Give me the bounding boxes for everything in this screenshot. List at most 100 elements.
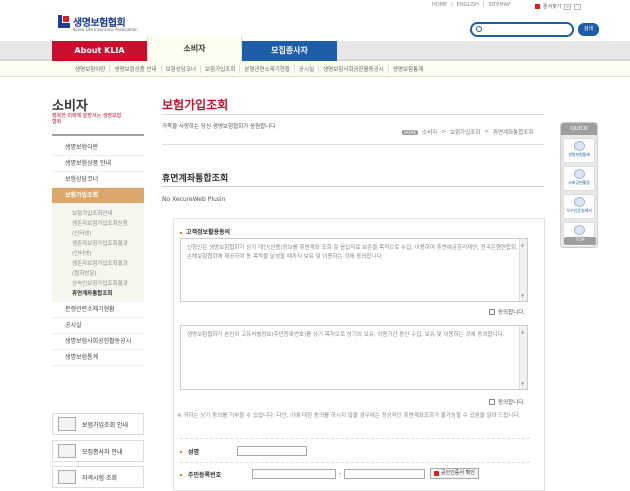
sidebar-item[interactable]: 생명보험통계 [52, 350, 144, 366]
subnav-item[interactable]: 분쟁관련소제기현황 [239, 64, 294, 73]
agree-label-1: 동의합니다. [498, 310, 526, 316]
subnav-item[interactable]: 생명보험상품 안내 [109, 64, 160, 73]
agree-checkbox-2[interactable] [489, 399, 495, 405]
top-button[interactable]: TOP [564, 237, 596, 245]
sidebar-item[interactable]: 분쟁관련소제기현황 [52, 302, 144, 318]
search-button[interactable]: 검색 [578, 23, 599, 36]
submenu-item[interactable]: 보험가입조회안내 [52, 209, 144, 219]
consent-label: 고객정보활용동의 [180, 227, 230, 236]
submenu-item[interactable]: 생존자보험가입조회신청 [52, 219, 144, 229]
logo-english: Korea Life Insurance Association [73, 27, 138, 32]
subnav-item[interactable]: 생명보험이란 [71, 65, 109, 73]
tab-consumer[interactable]: 소비자 [147, 36, 242, 61]
divider [52, 134, 144, 136]
quick-item-planner[interactable]: 우수인증설계사 [563, 194, 595, 219]
logo-mark [58, 15, 70, 28]
consent-notice: ※ 귀하는 상기 동의를 거부할 수 있습니다. 다만, 이에 대한 동의를 하… [177, 413, 521, 419]
plugin-status: No XecureWeb Plusin [162, 196, 226, 203]
global-nav: About KLIA 소비자 모집종사자 [0, 36, 630, 61]
rrn-label: 주민등록번호 [180, 470, 221, 479]
submenu-item[interactable]: (인터넷) [52, 249, 144, 259]
divider [162, 186, 544, 187]
badge-icon [573, 197, 585, 207]
site-logo[interactable]: 생명보험협회 Korea Life Insurance Association [58, 14, 138, 32]
util-sitemap-link[interactable]: SITEMAP [489, 2, 511, 8]
submenu-item[interactable]: 생존자보험가입조회결과 [52, 239, 144, 249]
rrn-back-input[interactable] [344, 469, 425, 479]
sidebar-submenu: 보험가입조회안내 생존자보험가입조회신청 (인터넷) 생존자보험가입조회결과 (… [52, 204, 144, 302]
bullet-icon [180, 450, 182, 453]
submenu-item[interactable]: (인터넷) [52, 229, 144, 239]
rrn-separator: - [339, 470, 342, 477]
subnav-item[interactable]: 보험가입조회 [199, 64, 239, 73]
submenu-item[interactable]: 상속인보험가입조회결과 [52, 279, 144, 289]
banner-agent-guide[interactable]: 모집종사자 안내 [52, 440, 144, 462]
chart-icon [573, 141, 585, 151]
banner-exam-inquiry[interactable]: 자격시험 조회 [52, 466, 144, 488]
submenu-item[interactable]: 생존자보험가입조회결과 [52, 259, 144, 269]
subnav-item[interactable]: 생명보험통계 [387, 64, 427, 73]
sidebar-item[interactable]: 공시실 [52, 318, 144, 334]
divider [162, 114, 544, 115]
quick-item-social[interactable]: 사회공헌활동 [563, 166, 595, 191]
consent-textarea-1[interactable]: 신청인은 생명보험협회가 상기 개인(신용)정보를 휴면계좌 조회 및 응답자료… [180, 238, 528, 302]
section-title: 휴면계좌통합조회 [162, 174, 229, 184]
clock-icon [573, 225, 585, 235]
sidebar-item[interactable]: 생명보험이란 [52, 140, 144, 156]
rrn-front-input[interactable] [252, 469, 336, 479]
breadcrumb: HOME 소비자 > 보험가입조회 > 휴면계좌통합조회 [402, 128, 534, 136]
sidebar-menu: 생명보험이란 생명보험상품 안내 보험상담코너 보험가입조회 보험가입조회안내 … [52, 140, 144, 366]
submenu-item-active[interactable]: 휴면계좌통합조회 [52, 289, 144, 299]
sidebar-item-active[interactable]: 보험가입조회 [52, 188, 144, 204]
font-increase-button[interactable]: + [564, 3, 572, 10]
people-icon [573, 169, 585, 179]
breadcrumb-item[interactable]: 보험가입조회 [450, 128, 480, 136]
consent-textarea-2[interactable]: 생명보험협회가 본인의 고유식별정보(주민등록번호)를 상기 목적으로 상기의 … [180, 325, 528, 390]
utility-links: HOME | ENGLISH | SITEMAP [432, 2, 511, 8]
submenu-item[interactable]: (협회방문) [52, 269, 144, 279]
scrollbar[interactable] [519, 239, 527, 301]
agree-row-2: 동의합니다. [489, 398, 525, 406]
util-home-link[interactable]: HOME [432, 2, 447, 8]
card-icon [58, 444, 76, 458]
sidebar-title: 소비자 [52, 99, 88, 114]
cert-check-button[interactable]: 공인인증서 확인 [430, 468, 479, 479]
name-input[interactable] [237, 446, 307, 456]
font-decrease-button[interactable]: - [574, 3, 582, 10]
subnav-item[interactable]: 보험상담코너 [160, 64, 200, 73]
subnav-item[interactable]: 생명보험사회공헌활동공시 [318, 64, 388, 73]
sidebar-item[interactable]: 생명보험사회공헌활동공시 [52, 334, 144, 350]
sidebar-item[interactable]: 생명보험상품 안내 [52, 156, 144, 172]
breadcrumb-home[interactable]: HOME [402, 129, 419, 135]
quick-item-stats[interactable]: 생명보험통계 [563, 138, 595, 163]
certificate-icon [434, 471, 439, 476]
monitor-icon [58, 417, 76, 431]
breadcrumb-item: 휴면계좌통합조회 [492, 130, 534, 136]
bookmark-link[interactable]: 즐겨찾기 [543, 3, 561, 10]
breadcrumb-item[interactable]: 소비자 [422, 128, 437, 136]
sidebar-subtitle: 행복한 미래에 앞장서는 생명보험협회 [52, 113, 122, 125]
banner-insurance-inquiry[interactable]: 보험가입조회 안내 [52, 413, 144, 435]
divider [162, 144, 544, 145]
divider [180, 462, 530, 463]
search-input[interactable] [470, 22, 574, 37]
page-description: 가족을 사랑하는 당신 생명보험협회가 응원합니다 [162, 124, 276, 130]
name-label: 성명 [180, 447, 199, 456]
divider [180, 438, 530, 439]
util-english-link[interactable]: ENGLISH [457, 2, 479, 8]
search-icon [476, 26, 482, 32]
document-icon [58, 470, 76, 484]
quick-title: QUICK [561, 123, 597, 135]
sub-nav: 생명보험이란 생명보험상품 안내 보험상담코너 보험가입조회 분쟁관련소제기현황… [0, 61, 630, 77]
tab-about-klia[interactable]: About KLIA [52, 41, 147, 61]
tab-agents[interactable]: 모집종사자 [242, 41, 337, 61]
agree-checkbox-1[interactable] [489, 309, 495, 315]
bookmark-icon [535, 4, 540, 9]
bullet-icon [180, 473, 182, 476]
subnav-item[interactable]: 공시실 [293, 64, 318, 73]
utility-tools: 즐겨찾기 + - [535, 3, 582, 10]
sidebar-item[interactable]: 보험상담코너 [52, 172, 144, 188]
agree-label-2: 동의합니다. [498, 400, 526, 406]
scrollbar[interactable] [519, 326, 527, 389]
page-title: 보험가입조회 [162, 98, 229, 112]
